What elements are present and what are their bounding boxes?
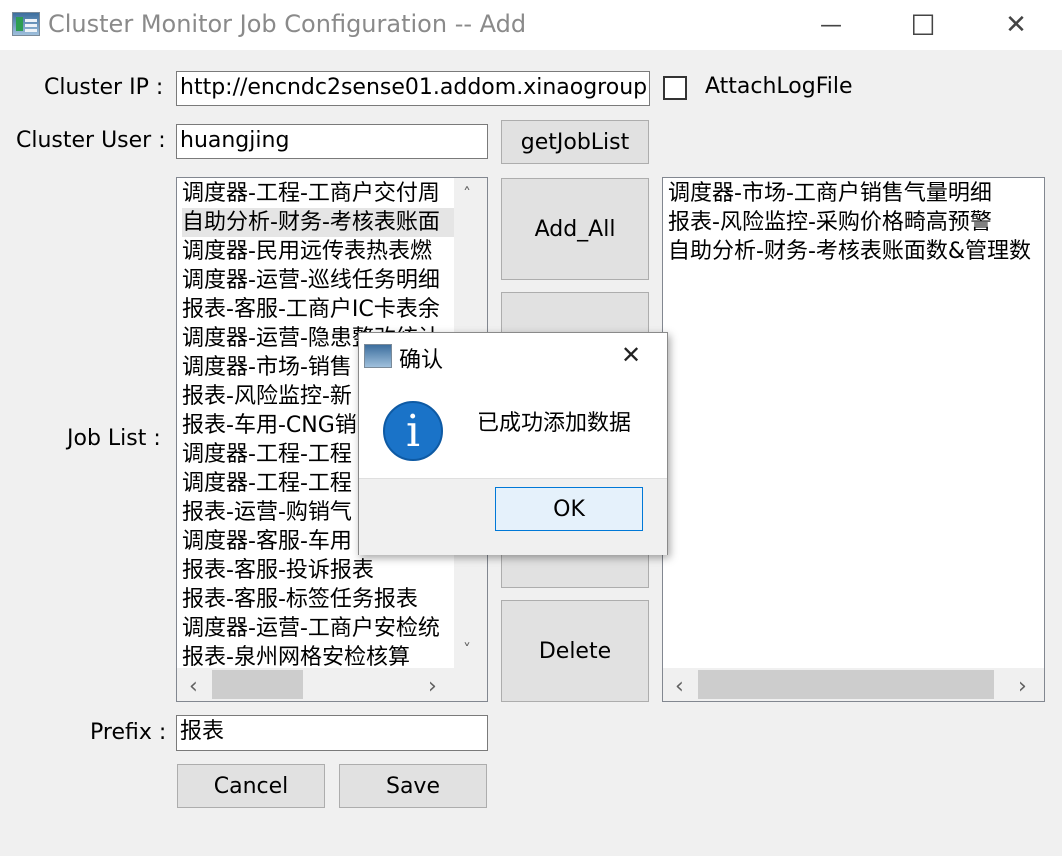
get-job-list-button[interactable]: getJobList (501, 120, 649, 164)
selected-job-item[interactable]: 自助分析-财务-考核表账面数&管理数 (668, 237, 1031, 266)
save-button[interactable]: Save (339, 764, 487, 808)
maximize-button[interactable]: ☐ (877, 0, 969, 50)
cluster-user-label: Cluster User : (16, 128, 166, 153)
job-list-label: Job List : (67, 426, 161, 451)
job-list-item[interactable]: 调度器-运营-巡线任务明细 (182, 266, 454, 295)
job-list-item[interactable]: 报表-客服-工商户IC卡表余 (182, 295, 454, 324)
dialog-title: 确认 (399, 348, 444, 373)
add-all-button[interactable]: Add_All (501, 178, 649, 280)
scroll-left-icon[interactable]: ‹ (675, 674, 684, 699)
job-list-hscrollbar[interactable]: ‹ › (177, 668, 487, 701)
close-button[interactable]: ✕ (970, 0, 1062, 50)
dialog-close-icon[interactable]: ✕ (621, 341, 641, 369)
job-list-item[interactable]: 调度器-运营-工商户安检统 (182, 614, 454, 643)
scroll-right-icon[interactable]: › (1018, 674, 1027, 699)
prefix-input[interactable]: 报表 (176, 715, 488, 751)
prefix-label: Prefix : (90, 720, 167, 745)
job-list-item[interactable]: 自助分析-财务-考核表账面 (182, 208, 454, 237)
attach-log-checkbox[interactable] (663, 76, 687, 100)
cluster-ip-input[interactable]: http://encndc2sense01.addom.xinaogroup.c (176, 71, 650, 106)
scroll-right-icon[interactable]: › (428, 674, 437, 699)
delete-button[interactable]: Delete (501, 600, 649, 702)
dialog-message: 已成功添加数据 (477, 411, 632, 436)
job-list-item[interactable]: 报表-客服-投诉报表 (182, 556, 454, 585)
scroll-down-icon[interactable]: ˅ (463, 640, 471, 659)
app-icon (12, 12, 40, 36)
scroll-left-icon[interactable]: ‹ (189, 674, 198, 699)
selected-job-item[interactable]: 报表-风险监控-采购价格畸高预警 (668, 208, 992, 237)
selected-jobs-hscroll-thumb[interactable] (698, 670, 994, 699)
job-list-hscroll-thumb[interactable] (212, 670, 303, 699)
cluster-ip-label: Cluster IP : (44, 75, 164, 100)
selected-jobs-box[interactable]: 调度器-市场-工商户销售气量明细 报表-风险监控-采购价格畸高预警 自助分析-财务-… (662, 177, 1045, 702)
selected-jobs-hscrollbar[interactable]: ‹ › (663, 668, 1044, 701)
dialog-app-icon (364, 344, 392, 368)
window-title: Cluster Monitor Job Configuration -- Add (48, 10, 527, 38)
selected-job-item[interactable]: 调度器-市场-工商户销售气量明细 (668, 179, 992, 208)
confirm-dialog: 确认 ✕ i 已成功添加数据 OK (358, 332, 668, 555)
info-icon: i (383, 401, 443, 461)
scroll-up-icon[interactable]: ˄ (463, 184, 471, 203)
cluster-user-input[interactable]: huangjing (176, 124, 488, 159)
ok-button[interactable]: OK (495, 487, 643, 531)
minimize-button[interactable]: — (785, 0, 877, 50)
job-list-item[interactable]: 调度器-民用远传表热表燃 (182, 237, 454, 266)
cancel-button[interactable]: Cancel (177, 764, 325, 808)
job-list-item[interactable]: 报表-客服-标签任务报表 (182, 585, 454, 614)
job-list-item[interactable]: 调度器-工程-工商户交付周 (182, 179, 454, 208)
attach-log-label: AttachLogFile (705, 74, 853, 99)
